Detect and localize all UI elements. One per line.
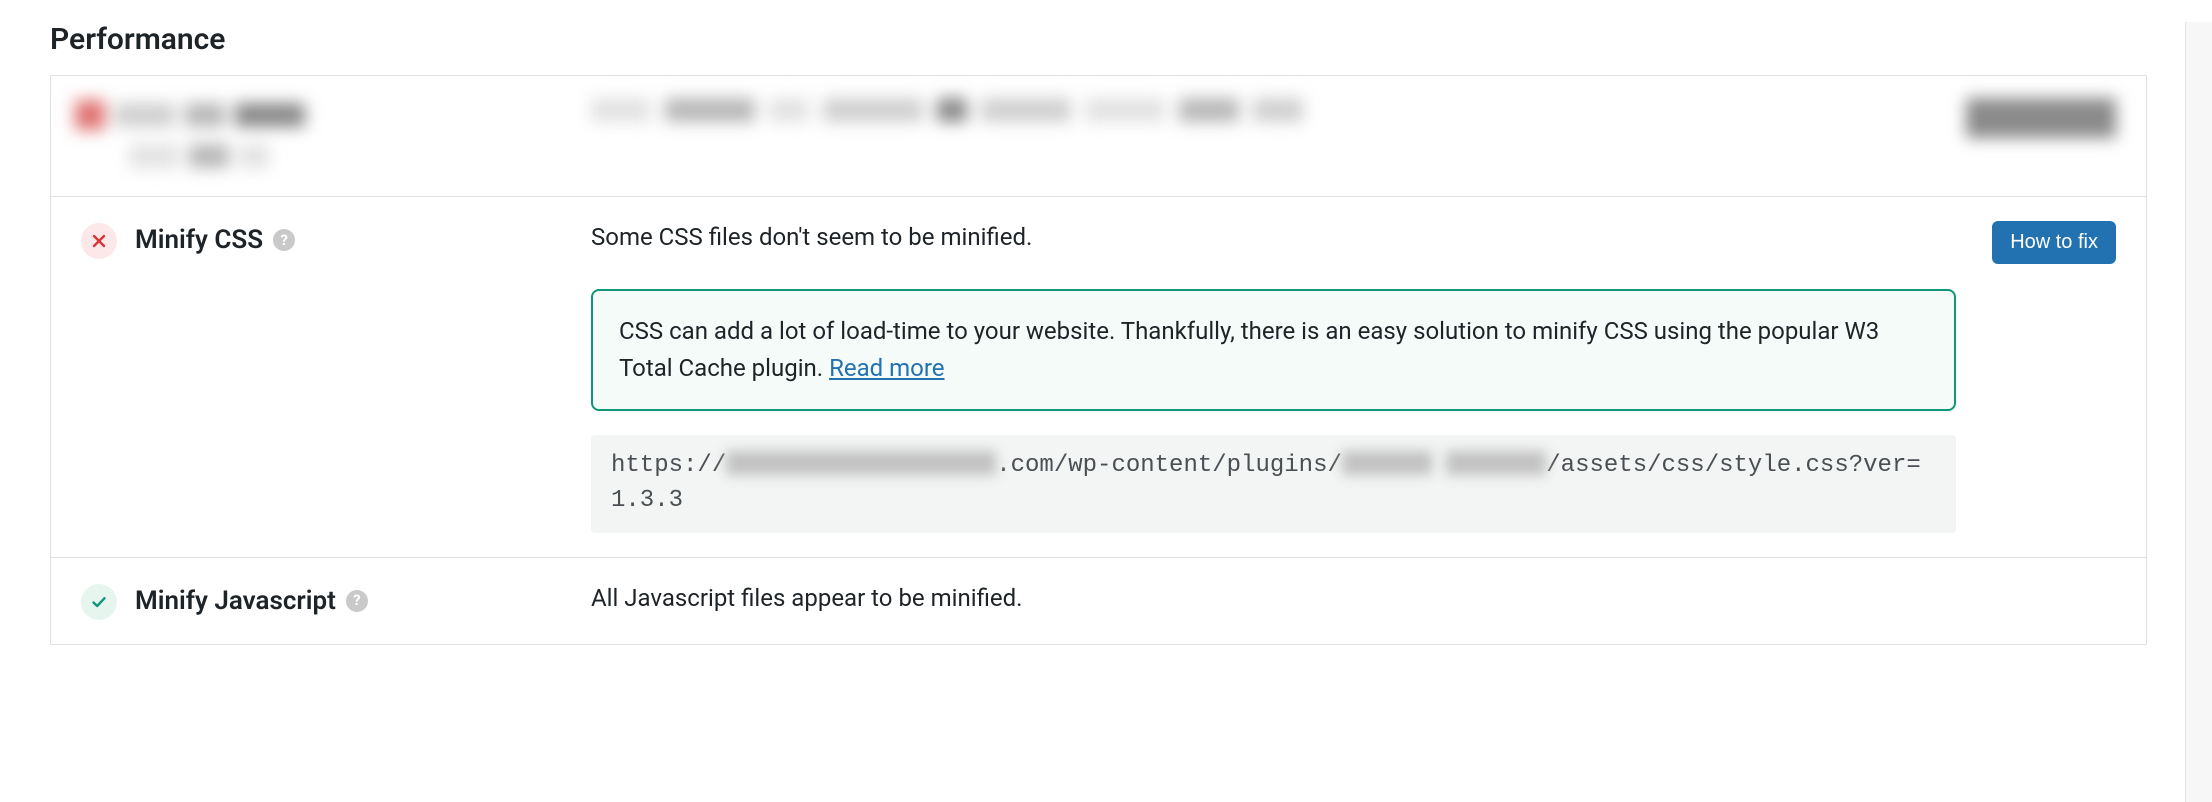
scrollbar-gutter [2185, 22, 2212, 802]
audit-title: Minify Javascript [135, 586, 336, 616]
audit-summary: All Javascript files appear to be minifi… [591, 582, 1956, 616]
censored-segment [1342, 451, 1432, 475]
code-segment: .com/wp-content/plugins/ [996, 452, 1342, 479]
audit-row-redacted [51, 76, 2146, 197]
how-to-fix-button[interactable]: How to fix [1992, 221, 2116, 264]
code-box: https://.com/wp-content/plugins/ /assets… [591, 435, 1956, 533]
code-segment: https:// [611, 452, 726, 479]
redacted-mid [591, 98, 1956, 168]
info-text: CSS can add a lot of load-time to your w… [619, 317, 1879, 382]
audit-title: Minify CSS [135, 225, 263, 255]
redacted-right [1956, 98, 2116, 168]
audit-row-minify-js: Minify Javascript ? All Javascript files… [51, 558, 2146, 644]
section-title: Performance [50, 22, 2162, 57]
redacted-left [81, 98, 591, 168]
check-icon [81, 584, 117, 620]
info-box: CSS can add a lot of load-time to your w… [591, 289, 1956, 411]
performance-panel: Minify CSS ? Some CSS files don't seem t… [50, 75, 2147, 645]
help-icon[interactable]: ? [273, 229, 295, 251]
audit-row-minify-css: Minify CSS ? Some CSS files don't seem t… [51, 197, 2146, 558]
censored-segment [1446, 451, 1546, 475]
read-more-link[interactable]: Read more [829, 354, 944, 382]
help-icon[interactable]: ? [346, 590, 368, 612]
audit-summary: Some CSS files don't seem to be minified… [591, 221, 1956, 255]
censored-segment [726, 451, 996, 475]
x-icon [81, 223, 117, 259]
